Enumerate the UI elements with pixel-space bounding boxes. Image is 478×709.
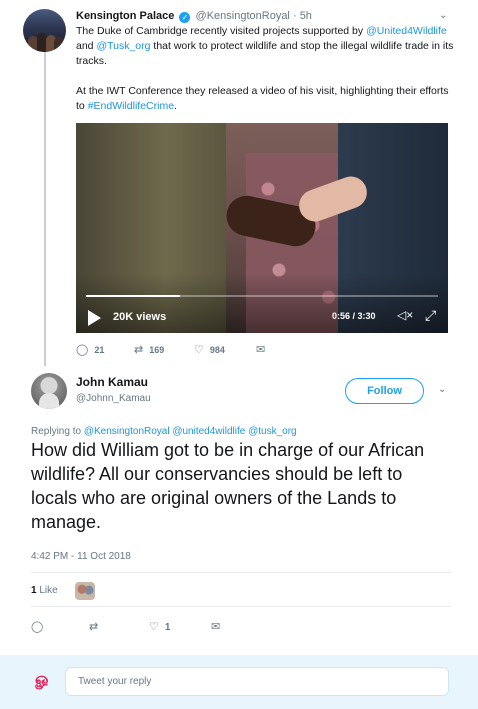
liker-avatar[interactable]: [75, 582, 95, 600]
like-action[interactable]: ♡ 1: [149, 620, 170, 633]
reply-author-name[interactable]: John Kamau: [76, 375, 148, 389]
retweet-count: 169: [149, 345, 165, 355]
retweet-icon: ⇄: [134, 344, 144, 356]
reply-timestamp[interactable]: 4:42 PM - 11 Oct 2018: [31, 551, 131, 562]
likes-summary[interactable]: 1 Like: [31, 585, 58, 596]
play-icon[interactable]: [88, 310, 101, 326]
video-player[interactable]: 20K views 0:56 / 3:30 ◁× ⤢: [76, 123, 448, 333]
video-progress-bar[interactable]: [86, 295, 438, 297]
replying-to-label: Replying to: [31, 426, 84, 437]
retweet-icon: ⇄: [89, 621, 99, 633]
video-controls-shade: [76, 273, 448, 333]
likes-summary-label: Like: [39, 585, 58, 596]
hashtag-link-endwildlifecrime[interactable]: #EndWildlifeCrime: [88, 100, 174, 112]
divider: [31, 606, 451, 607]
tweet-page: Kensington Palace ✓ @KensingtonRoyal · 5…: [0, 0, 478, 709]
reply-count: 21: [94, 345, 105, 355]
thread-connector-line: [44, 52, 46, 366]
text-segment: .: [174, 100, 177, 112]
text-segment: The Duke of Cambridge recently visited p…: [76, 25, 367, 37]
fullscreen-icon[interactable]: ⤢: [425, 307, 436, 324]
message-icon: ✉: [256, 344, 266, 356]
author-handle[interactable]: @KensingtonRoyal: [196, 10, 290, 22]
like-icon: ♡: [149, 621, 159, 633]
direct-message-action[interactable]: ✉: [256, 343, 271, 356]
direct-message-action[interactable]: ✉: [211, 620, 226, 633]
retweet-action[interactable]: ⇄: [89, 620, 104, 633]
video-progress-fill: [86, 295, 180, 297]
reply-action[interactable]: ◯ 21: [76, 343, 104, 356]
reply-icon: ◯: [31, 621, 44, 633]
reply-author-handle[interactable]: @Johnn_Kamau: [76, 393, 151, 404]
replying-to-handles[interactable]: @KensingtonRoyal @united4wildlife @tusk_…: [84, 426, 297, 437]
likes-summary-count: 1: [31, 585, 37, 596]
john-kamau-avatar[interactable]: [31, 373, 67, 409]
tweet-paragraph-2: At the IWT Conference they released a vi…: [76, 84, 456, 114]
mention-link-tusk-org[interactable]: @Tusk_org: [96, 40, 150, 52]
like-count: 1: [164, 622, 171, 633]
kensington-palace-avatar[interactable]: [23, 9, 66, 52]
follow-button[interactable]: Follow: [345, 378, 424, 404]
reply-tweet-text: How did William got to be in charge of o…: [31, 440, 425, 532]
replying-to-line: Replying to @KensingtonRoyal @united4wil…: [31, 426, 297, 437]
like-icon: ♡: [194, 344, 204, 356]
original-tweet-header: Kensington Palace ✓ @KensingtonRoyal · 5…: [76, 9, 312, 23]
tweet-options-chevron-icon[interactable]: ⌄: [439, 10, 447, 21]
mute-icon[interactable]: ◁×: [397, 308, 413, 322]
video-time: 0:56 / 3:30: [332, 311, 376, 321]
like-action[interactable]: ♡ 984: [194, 343, 225, 356]
composer-user-avatar: ௐ: [35, 671, 51, 688]
tweet-paragraph-1: The Duke of Cambridge recently visited p…: [76, 24, 456, 69]
author-name[interactable]: Kensington Palace: [76, 10, 174, 22]
original-tweet-text: The Duke of Cambridge recently visited p…: [76, 24, 456, 114]
mention-link-united4wildlife[interactable]: @United4Wildlife: [366, 25, 447, 37]
divider: [31, 572, 451, 573]
like-count: 984: [209, 345, 225, 355]
video-view-count: 20K views: [113, 311, 167, 323]
message-icon: ✉: [211, 621, 221, 633]
tweet-time-ago[interactable]: 5h: [300, 10, 312, 22]
reply-icon: ◯: [76, 344, 89, 356]
verified-icon: ✓: [179, 12, 191, 23]
reply-options-chevron-icon[interactable]: ⌄: [438, 384, 446, 395]
reply-input[interactable]: Tweet your reply: [65, 667, 449, 696]
header-separator: ·: [292, 10, 297, 22]
reply-action[interactable]: ◯: [31, 620, 49, 633]
retweet-action[interactable]: ⇄ 169: [134, 343, 164, 356]
text-segment: and: [76, 40, 97, 52]
